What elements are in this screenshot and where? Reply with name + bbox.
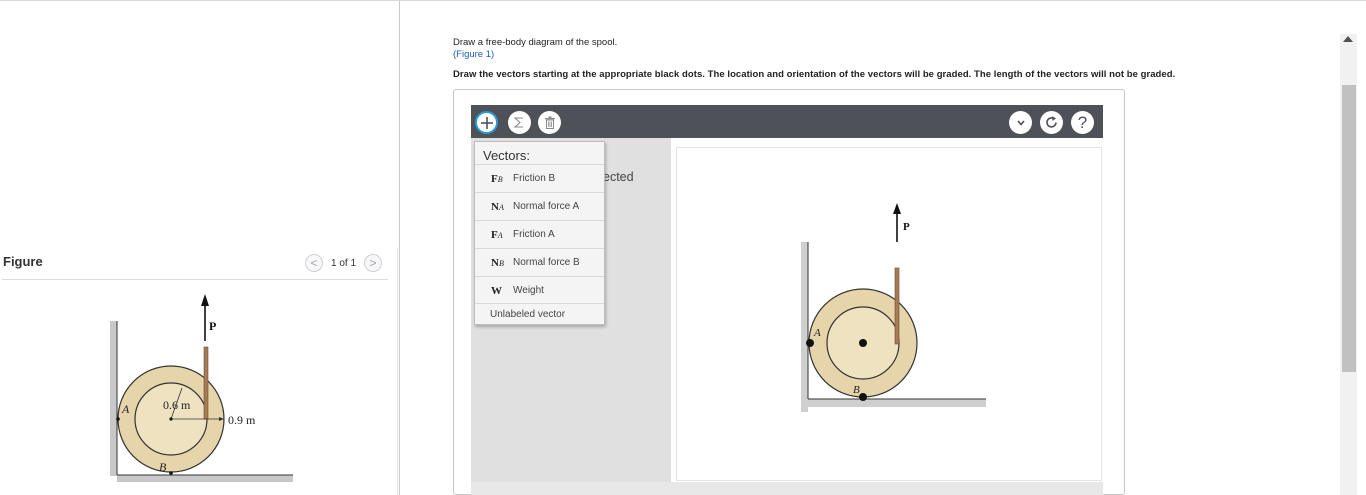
question-instructions: Draw the vectors starting at the appropr… (453, 69, 1176, 80)
figure-link[interactable]: (Figure 1) (453, 49, 494, 60)
vector-menu-item-weight[interactable]: W Weight (475, 276, 604, 304)
delete-button[interactable] (538, 111, 561, 134)
selected-status-text: ected (603, 170, 634, 184)
figure-header: Figure (3, 254, 43, 269)
sigma-icon (513, 117, 523, 128)
figure-nav: < 1 of 1 > (305, 254, 383, 272)
prev-figure-button[interactable]: < (305, 254, 323, 272)
trash-icon (544, 116, 555, 129)
canvas-rope (894, 267, 900, 345)
force-p-arrowhead (201, 294, 209, 306)
vector-label: Friction A (513, 229, 555, 240)
outer-radius-label: 0.9 m (228, 413, 256, 427)
options-dropdown-button[interactable] (1009, 111, 1032, 134)
vector-menu-item-normal-force-b[interactable]: NB Normal force B (475, 248, 604, 276)
tool-bottom-strip (471, 482, 1103, 495)
vector-label: Friction B (513, 173, 556, 184)
wall-shading (110, 321, 117, 476)
drawing-canvas[interactable]: P A B (676, 147, 1102, 481)
scroll-up-arrow[interactable] (1343, 36, 1353, 42)
rope (203, 346, 209, 420)
point-b-dot (169, 471, 173, 475)
vector-menu-item-unlabeled[interactable]: Unlabeled vector (475, 303, 604, 325)
plus-icon (480, 116, 493, 129)
point-a-dot (116, 417, 120, 421)
next-figure-button[interactable]: > (364, 254, 383, 272)
vector-symbol: FB (491, 172, 503, 185)
point-b-label: B (159, 460, 167, 474)
force-p-label: P (209, 319, 216, 333)
floor-shading (117, 475, 293, 482)
canvas-point-a-label: A (813, 327, 821, 339)
center-dot (169, 417, 173, 421)
help-button[interactable]: ? (1071, 111, 1094, 134)
reset-icon (1046, 116, 1057, 128)
figure-count: 1 of 1 (331, 257, 357, 269)
vector-label: Normal force A (513, 201, 580, 212)
vector-menu-item-friction-a[interactable]: FA Friction A (475, 220, 604, 248)
spool-figure: P 0.6 m 0.9 m A B (110, 294, 293, 482)
vector-menu-item-normal-force-a[interactable]: NA Normal force A (475, 192, 604, 220)
point-a-attach-dot[interactable] (806, 339, 814, 347)
figure-divider (2, 279, 388, 280)
point-b-attach-dot[interactable] (859, 393, 867, 401)
chevron-down-icon (1016, 119, 1025, 126)
vector-symbol: W (491, 284, 502, 297)
vector-menu-title: Vectors: (483, 148, 530, 163)
inner-radius-label: 0.6 m (163, 398, 191, 412)
drawing-toolbar: ? (471, 105, 1103, 138)
vector-symbol: NB (491, 256, 504, 269)
canvas-diagram: P A B (801, 203, 986, 412)
panel-divider (397, 248, 398, 495)
vector-label: Normal force B (513, 257, 580, 268)
center-attach-dot[interactable] (859, 339, 867, 347)
point-a-label: A (121, 402, 130, 416)
vector-symbol: FA (491, 228, 503, 241)
question-prompt: Draw a free-body diagram of the spool. (453, 37, 618, 48)
canvas-wall-shading (801, 242, 808, 412)
vector-symbol: NA (491, 200, 504, 213)
canvas-force-p-arrowhead (893, 203, 901, 214)
canvas-force-p-label: P (903, 221, 910, 233)
vector-menu: Vectors: FB Friction B NA Normal force A… (474, 141, 605, 325)
reset-button[interactable] (1040, 111, 1063, 134)
add-vector-button[interactable] (475, 111, 498, 134)
sum-button[interactable] (508, 111, 531, 134)
scrollbar-thumb[interactable] (1342, 85, 1356, 372)
vector-label: Weight (513, 285, 544, 296)
vector-menu-item-friction-b[interactable]: FB Friction B (475, 164, 604, 192)
canvas-point-b-label: B (853, 384, 860, 396)
canvas-floor-shading (808, 399, 986, 407)
